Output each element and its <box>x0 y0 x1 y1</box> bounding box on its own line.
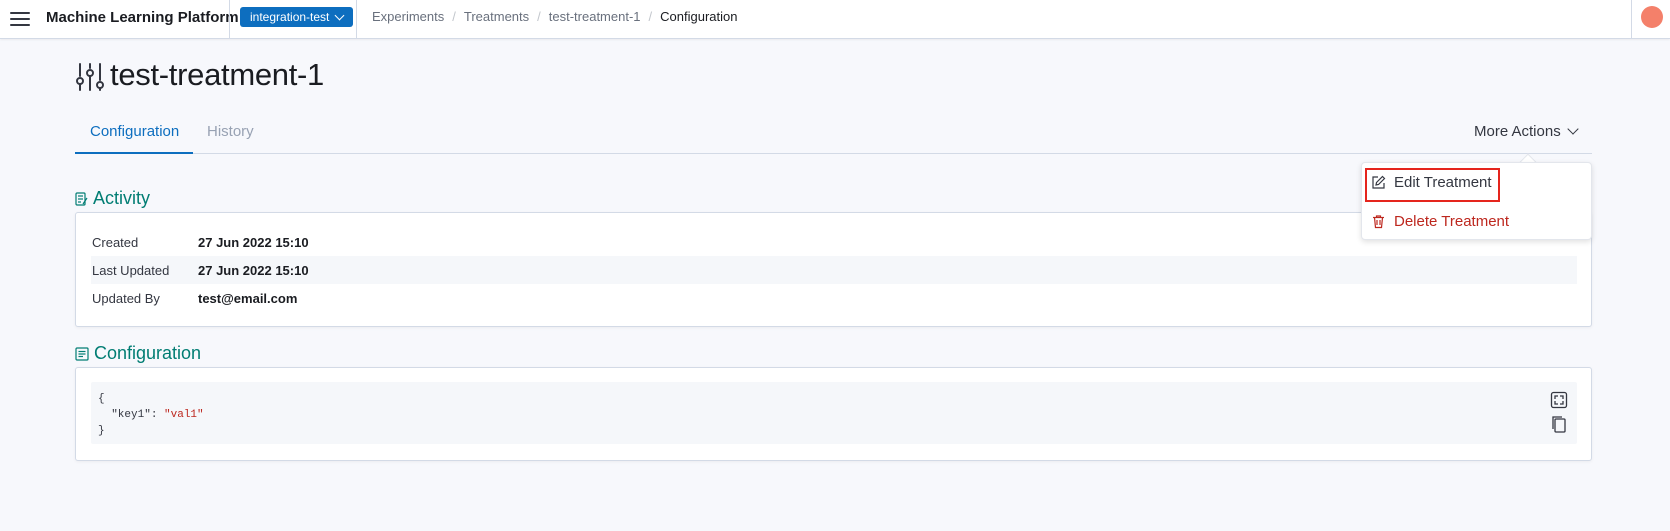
configuration-panel: { "key1": "val1" } <box>75 367 1592 461</box>
code-brace-close: } <box>98 425 105 437</box>
sliders-icon <box>76 63 104 91</box>
activity-row-last-updated: Last Updated 27 Jun 2022 15:10 <box>91 256 1577 284</box>
activity-icon <box>75 191 88 206</box>
project-selector-label: integration-test <box>250 10 330 24</box>
breadcrumb-treatment[interactable]: test-treatment-1 <box>549 9 641 24</box>
code-line: "key1": "val1" <box>98 407 1570 423</box>
breadcrumb-experiments[interactable]: Experiments <box>372 9 444 24</box>
menu-icon[interactable] <box>8 8 32 30</box>
activity-row-updated-by: Updated By test@email.com <box>91 284 1577 312</box>
top-nav-bar: Machine Learning Platform integration-te… <box>0 0 1670 39</box>
breadcrumb-configuration: Configuration <box>660 9 738 24</box>
header-divider <box>356 0 357 39</box>
more-actions-button[interactable]: More Actions <box>1474 123 1579 140</box>
row-value: test@email.com <box>198 290 298 306</box>
trash-icon <box>1373 215 1384 229</box>
code-brace-open: { <box>98 393 105 405</box>
breadcrumb-separator: / <box>452 9 456 24</box>
json-code-block: { "key1": "val1" } <box>91 382 1577 444</box>
activity-heading: Activity <box>75 188 150 209</box>
activity-row-created: Created 27 Jun 2022 15:10 <box>91 228 1577 256</box>
activity-heading-label: Activity <box>93 188 151 208</box>
tabs-divider <box>75 153 1592 154</box>
code-line: { <box>98 391 1570 407</box>
configuration-heading: Configuration <box>75 343 201 364</box>
code-colon: : <box>150 409 165 421</box>
highlight-box <box>1365 168 1500 202</box>
chevron-down-icon <box>1567 123 1579 135</box>
more-actions-label: More Actions <box>1474 123 1561 140</box>
chevron-down-icon <box>334 10 345 20</box>
breadcrumb-treatments[interactable]: Treatments <box>464 9 529 24</box>
active-tab-indicator <box>75 152 193 154</box>
breadcrumb: Experiments / Treatments / test-treatmen… <box>372 9 737 24</box>
row-label: Updated By <box>92 290 160 306</box>
page-title: test-treatment-1 <box>110 57 325 92</box>
delete-treatment-label: Delete Treatment <box>1394 213 1510 230</box>
configuration-heading-label: Configuration <box>94 343 202 363</box>
tab-configuration[interactable]: Configuration <box>90 123 179 140</box>
delete-treatment-menu-item[interactable]: Delete Treatment <box>1371 213 1509 230</box>
header-divider <box>1631 0 1632 39</box>
breadcrumb-separator: / <box>537 9 541 24</box>
copy-icon[interactable] <box>1550 415 1568 433</box>
project-selector[interactable]: integration-test <box>240 7 354 27</box>
avatar[interactable] <box>1641 6 1663 28</box>
header-divider <box>229 0 230 39</box>
code-value: "val1" <box>164 409 204 421</box>
row-value: 27 Jun 2022 15:10 <box>198 262 309 278</box>
tab-history[interactable]: History <box>207 123 254 140</box>
breadcrumb-separator: / <box>648 9 653 24</box>
row-label: Last Updated <box>92 262 170 278</box>
row-value: 27 Jun 2022 15:10 <box>198 234 309 250</box>
code-key: "key1" <box>111 409 151 421</box>
code-line: } <box>98 423 1570 439</box>
fullscreen-icon[interactable] <box>1550 391 1568 409</box>
row-label: Created <box>92 234 139 250</box>
app-title: Machine Learning Platform <box>46 9 239 26</box>
document-icon <box>75 346 89 361</box>
